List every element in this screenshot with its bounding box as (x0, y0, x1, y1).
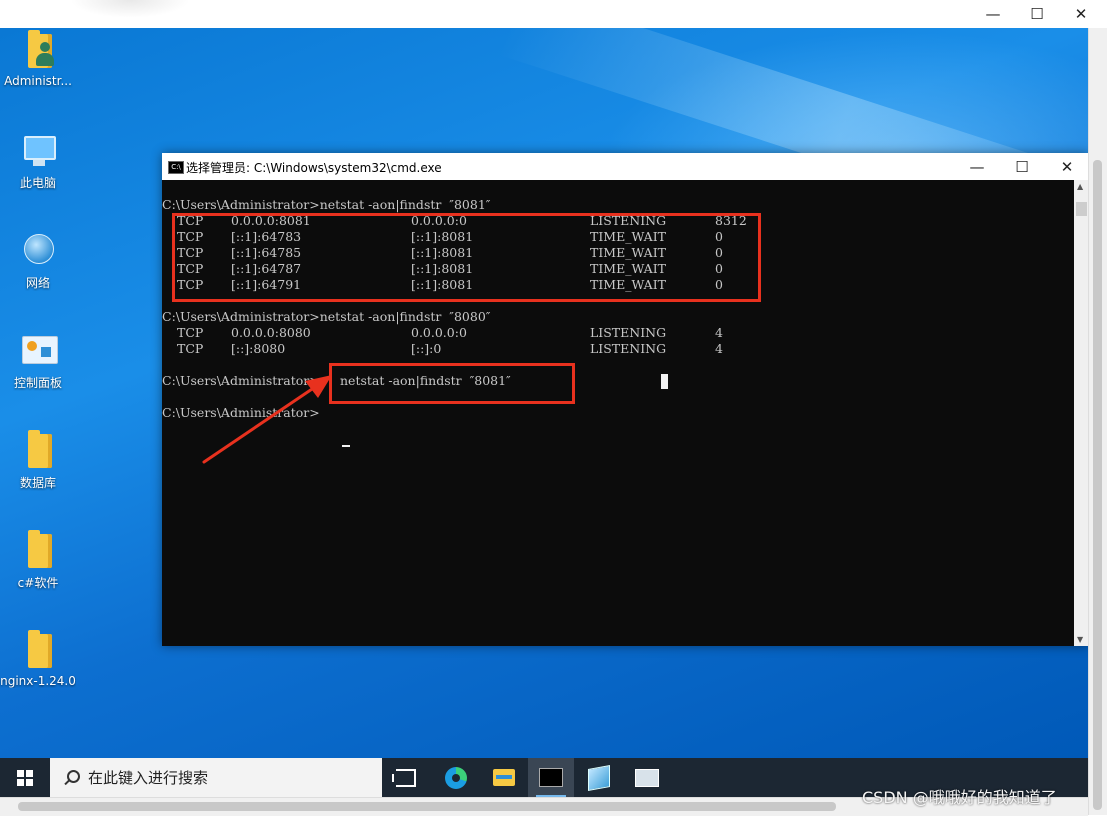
desktop-icon-label: nginx-1.24.0 (0, 674, 76, 688)
desktop-icon-control-panel[interactable]: 控制面板 (0, 330, 76, 391)
search-icon (62, 769, 80, 787)
taskbar-search-box[interactable]: 在此键入进行搜索 (50, 758, 382, 797)
cmd-taskbar-button[interactable] (528, 758, 574, 797)
outer-maximize-button[interactable]: ☐ (1014, 0, 1060, 28)
outer-vscroll-thumb[interactable] (1093, 160, 1102, 810)
desktop-icon-label: 网络 (25, 276, 50, 290)
desktop-icon-network[interactable]: 网络 (0, 230, 76, 291)
task-view-icon (392, 768, 416, 787)
cmd-window-title: 选择管理员: C:\Windows\system32\cmd.exe (186, 161, 442, 175)
cmd-app-icon: C:\ (168, 161, 184, 174)
folder-icon (18, 430, 58, 470)
cmd-console[interactable]: C:\Users\Administrator>netstat -aon|find… (162, 180, 1074, 646)
desktop-icon-this-pc[interactable]: 此电脑 (0, 130, 76, 191)
outer-vertical-scrollbar[interactable] (1088, 28, 1107, 815)
desktop-icon-label: 控制面板 (13, 376, 62, 390)
desktop-icon-label: c#软件 (17, 576, 59, 590)
folder-icon (18, 630, 58, 670)
cmd-vertical-scrollbar[interactable]: ▲ ▼ (1074, 180, 1089, 646)
file-explorer-button[interactable] (481, 758, 527, 797)
outer-window-titlebar: — ☐ ✕ (0, 0, 1107, 28)
outer-hscroll-thumb[interactable] (18, 802, 836, 811)
outer-minimize-button[interactable]: — (970, 0, 1016, 28)
cmd-maximize-button[interactable]: ☐ (999, 153, 1045, 180)
cmd-minimize-button[interactable]: — (954, 153, 1000, 180)
task-view-button[interactable] (383, 758, 429, 797)
edge-button[interactable] (433, 758, 479, 797)
desktop-icon-label: Administr... (4, 74, 72, 88)
file-explorer-icon (493, 769, 515, 786)
annotation-arrow-icon (202, 375, 332, 464)
cmd-titlebar[interactable]: C:\ 选择管理员: C:\Windows\system32\cmd.exe —… (162, 153, 1089, 180)
remote-pc-button[interactable] (624, 758, 670, 797)
this-pc-icon (18, 130, 58, 170)
scroll-down-arrow-icon[interactable]: ▼ (1077, 635, 1083, 644)
control-panel-icon (18, 330, 58, 370)
start-button[interactable] (0, 758, 50, 797)
outer-close-button[interactable]: ✕ (1058, 0, 1104, 28)
desktop-icon-label: 数据库 (19, 476, 56, 490)
cmd-close-button[interactable]: ✕ (1044, 153, 1090, 180)
desktop-icon-database-folder[interactable]: 数据库 (0, 430, 76, 491)
desktop-icon-csharp-folder[interactable]: c#软件 (0, 530, 76, 591)
cmd-window: C:\ 选择管理员: C:\Windows\system32\cmd.exe —… (162, 153, 1089, 646)
outer-title-decoration (70, 0, 190, 18)
desktop-icon-nginx-folder[interactable]: nginx-1.24.0 (0, 630, 76, 688)
desktop-icon-label: 此电脑 (19, 176, 56, 190)
user-folder-icon (18, 30, 58, 70)
cmd-icon (539, 768, 563, 787)
package-app-button[interactable] (576, 758, 622, 797)
folder-icon (18, 530, 58, 570)
edge-icon (445, 766, 467, 789)
desktop-icon-administrator[interactable]: Administr... (0, 30, 76, 88)
scroll-up-arrow-icon[interactable]: ▲ (1077, 182, 1083, 191)
network-icon (18, 230, 58, 270)
csdn-watermark: CSDN @哦哦好的我知道了 (862, 788, 1057, 807)
remote-pc-icon (635, 768, 659, 787)
scroll-thumb[interactable] (1076, 202, 1087, 216)
windows-logo-icon (17, 769, 33, 786)
package-icon (588, 764, 610, 791)
search-placeholder: 在此键入进行搜索 (88, 769, 209, 787)
